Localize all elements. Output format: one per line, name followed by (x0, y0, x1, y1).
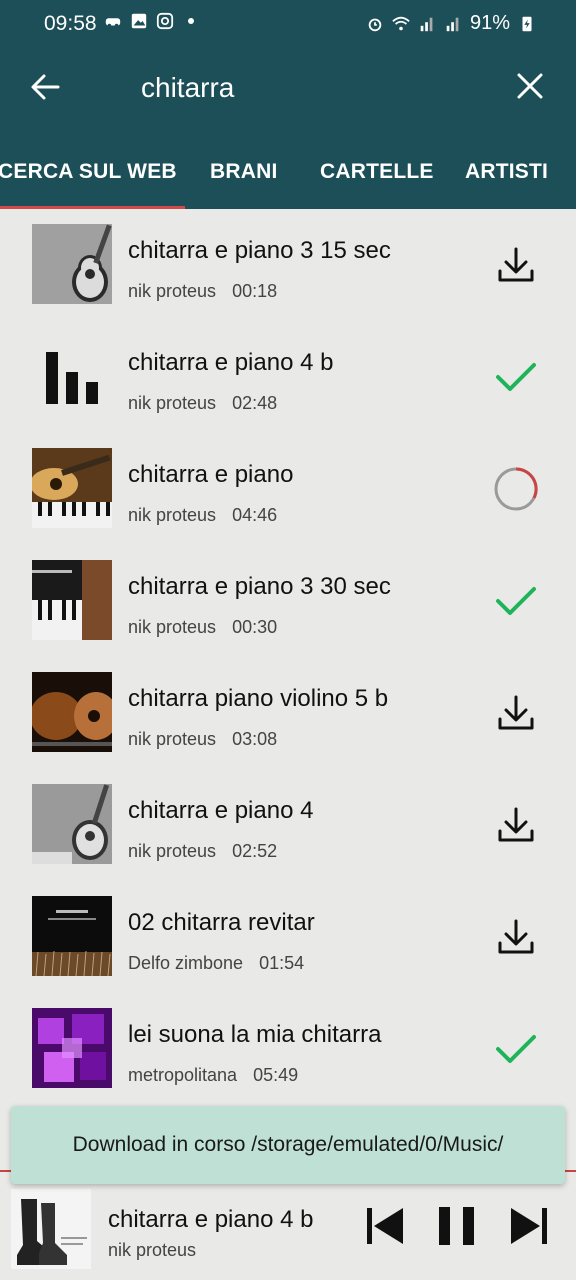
toast-message: Download in corso /storage/emulated/0/Mu… (72, 1133, 504, 1156)
track-meta: Delfo zimbone 01:54 (128, 953, 304, 974)
download-toast: Download in corso /storage/emulated/0/Mu… (11, 1106, 565, 1184)
skip-next-icon[interactable] (508, 1204, 550, 1248)
battery-level: 91% (469, 12, 510, 34)
track-duration: 00:30 (232, 617, 278, 637)
download-icon[interactable] (494, 915, 538, 959)
track-duration: 03:08 (232, 729, 278, 749)
player-album-art (11, 1189, 91, 1269)
list-item[interactable]: chitarra e piano 3 15 sec nik proteus 00:… (0, 209, 576, 321)
track-title: chitarra e piano 4 b (128, 349, 334, 376)
player-track-artist: nik proteus (108, 1240, 197, 1260)
signal-icon (420, 17, 433, 31)
check-icon (496, 363, 536, 391)
track-title: chitarra e piano 3 15 sec (128, 237, 391, 264)
tab-folders[interactable]: CARTELLE (320, 160, 434, 184)
track-duration: 02:52 (232, 841, 278, 861)
track-artist: Delfo zimbone (128, 953, 244, 973)
tab-tracks[interactable]: BRANI (210, 160, 278, 184)
list-item[interactable]: lei suona la mia chitarra metropolitana 0… (0, 993, 576, 1105)
check-icon (496, 587, 536, 615)
skip-previous-icon[interactable] (364, 1204, 406, 1248)
track-artist: nik proteus (128, 505, 217, 525)
instagram-icon (156, 12, 174, 30)
check-icon (496, 1035, 536, 1063)
download-icon[interactable] (494, 243, 538, 287)
track-title: chitarra piano violino 5 b (128, 685, 389, 712)
list-item[interactable]: 02 chitarra revitar Delfo zimbone 01:54 (0, 881, 576, 993)
list-item[interactable]: chitarra e piano 4 b nik proteus 02:48 (0, 321, 576, 433)
track-meta: nik proteus 00:30 (128, 617, 277, 638)
search-query-input[interactable]: chitarra (141, 72, 234, 104)
track-artist: nik proteus (128, 729, 217, 749)
track-duration: 02:48 (232, 393, 278, 413)
track-title: 02 chitarra revitar (128, 909, 315, 936)
track-artist: nik proteus (128, 617, 217, 637)
album-art-thumbnail (32, 896, 112, 976)
track-title: lei suona la mia chitarra (128, 1021, 382, 1048)
track-artist: nik proteus (128, 393, 217, 413)
tab-artists[interactable]: ARTISTI (465, 160, 548, 184)
wifi-icon (392, 16, 410, 30)
track-title: chitarra e piano 3 30 sec (128, 573, 391, 600)
album-art-thumbnail (32, 1008, 112, 1088)
back-arrow-icon[interactable] (28, 70, 62, 104)
image-icon (131, 13, 147, 29)
notification-icons (104, 12, 194, 30)
progress-spinner-icon (494, 467, 538, 511)
album-art-thumbnail (32, 784, 112, 864)
album-art-thumbnail (32, 224, 112, 304)
more-notifications-dot (188, 18, 194, 24)
download-icon[interactable] (494, 691, 538, 735)
pause-icon[interactable] (436, 1204, 478, 1248)
track-artist: nik proteus (128, 281, 217, 301)
track-meta: nik proteus 03:08 (128, 729, 277, 750)
track-title: chitarra e piano 4 (128, 797, 314, 824)
track-meta: metropolitana 05:49 (128, 1065, 298, 1086)
track-duration: 01:54 (259, 953, 305, 973)
system-icons: 91% (366, 12, 536, 35)
track-meta: nik proteus 02:48 (128, 393, 277, 414)
close-icon[interactable] (514, 70, 546, 102)
mini-player[interactable]: chitarra e piano 4 b nik proteus (0, 1170, 576, 1280)
list-item[interactable]: chitarra e piano nik proteus 04:46 (0, 433, 576, 545)
status-bar: 09:58 91% (0, 0, 576, 44)
tab-bar: CERCA SUL WEB BRANI CARTELLE ARTISTI (0, 132, 576, 209)
list-item[interactable]: chitarra e piano 3 30 sec nik proteus 00:… (0, 545, 576, 657)
search-toolbar: chitarra (0, 44, 576, 132)
track-duration: 00:18 (232, 281, 278, 301)
album-art-thumbnail (32, 560, 112, 640)
track-title: chitarra e piano (128, 461, 294, 488)
track-meta: nik proteus 02:52 (128, 841, 277, 862)
track-artist: metropolitana (128, 1065, 238, 1085)
signal-roaming-icon (446, 17, 459, 31)
album-art-thumbnail (32, 448, 112, 528)
track-meta: nik proteus 04:46 (128, 505, 277, 526)
album-art-thumbnail (32, 672, 112, 752)
track-artist: nik proteus (128, 841, 217, 861)
download-icon[interactable] (494, 803, 538, 847)
track-meta: nik proteus 00:18 (128, 281, 277, 302)
battery-charging-icon (522, 16, 532, 31)
list-item[interactable]: chitarra piano violino 5 b nik proteus 03… (0, 657, 576, 769)
alarm-icon (368, 18, 382, 31)
track-duration: 05:49 (253, 1065, 299, 1085)
tab-web-search[interactable]: CERCA SUL WEB (0, 160, 177, 184)
car-icon (105, 18, 121, 28)
status-time: 09:58 (44, 12, 97, 35)
equalizer-icon (32, 336, 112, 416)
list-item[interactable]: chitarra e piano 4 nik proteus 02:52 (0, 769, 576, 881)
track-duration: 04:46 (232, 505, 278, 525)
player-track-title: chitarra e piano 4 b (108, 1206, 314, 1233)
